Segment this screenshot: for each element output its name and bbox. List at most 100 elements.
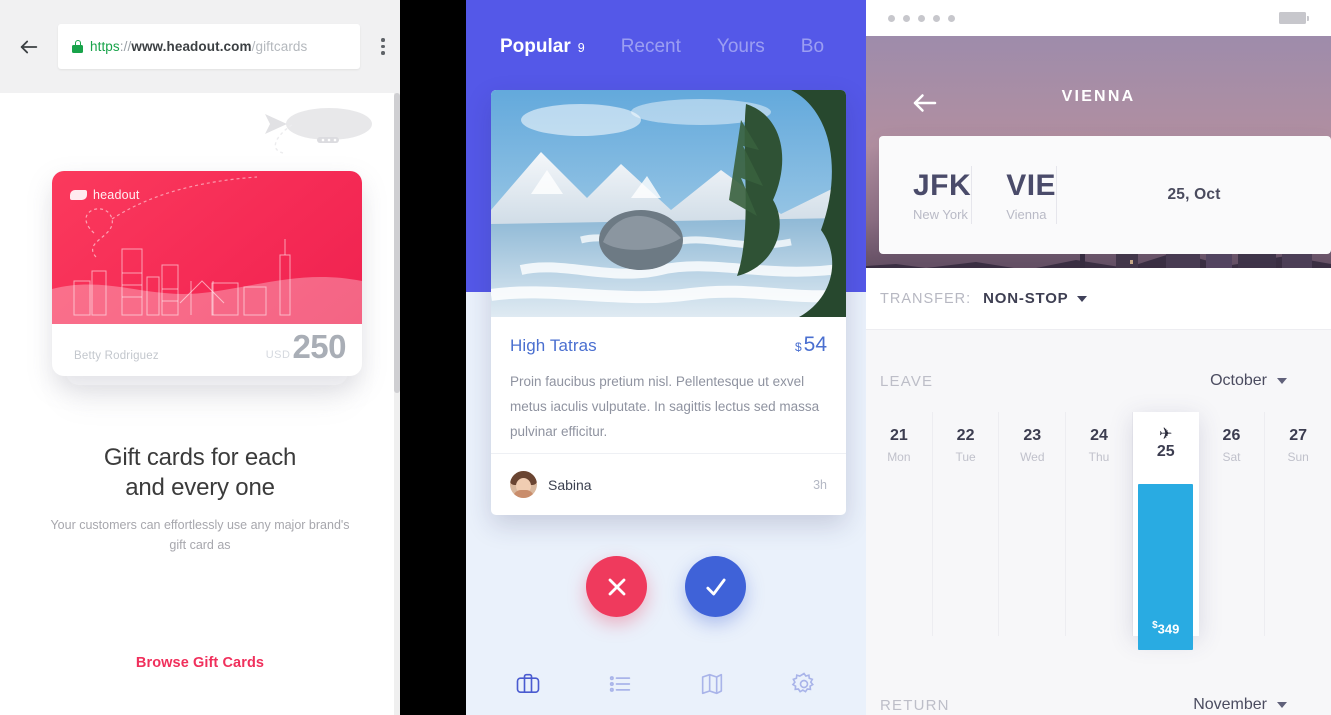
chevron-down-icon bbox=[1077, 295, 1088, 302]
card-time-ago: 3h bbox=[813, 477, 827, 492]
headout-logo-icon bbox=[70, 190, 87, 200]
date-weekday: Sun bbox=[1287, 450, 1309, 464]
origin-code: JFK bbox=[913, 168, 972, 202]
return-row: RETURN November bbox=[866, 676, 1331, 715]
back-arrow-icon[interactable] bbox=[0, 0, 58, 93]
browse-gift-cards-link[interactable]: Browse Gift Cards bbox=[0, 655, 400, 671]
card-price-value: 54 bbox=[803, 333, 827, 356]
return-month-text: November bbox=[1193, 696, 1267, 713]
gift-card-artwork: headout bbox=[52, 171, 362, 324]
card-price: $ 54 bbox=[795, 333, 827, 357]
date-weekday: Tue bbox=[955, 450, 976, 464]
card-title: High Tatras bbox=[510, 336, 597, 355]
nav-list[interactable] bbox=[606, 670, 634, 698]
date-cell-21[interactable]: 21 Mon bbox=[866, 412, 933, 636]
tab-yours-label: Yours bbox=[716, 36, 765, 57]
feed-card[interactable]: High Tatras $ 54 Proin faucibus pretium … bbox=[491, 90, 846, 515]
leave-label: LEAVE bbox=[880, 372, 934, 390]
url-text: https://www.headout.com/giftcards bbox=[90, 39, 307, 54]
date-number: 21 bbox=[889, 427, 908, 444]
kebab-menu-icon[interactable] bbox=[366, 0, 400, 93]
lock-icon bbox=[72, 40, 83, 53]
route-card[interactable]: JFK New York VIE Vienna 25, Oct bbox=[879, 136, 1331, 254]
left-panel-browser: https://www.headout.com/giftcards headou… bbox=[0, 0, 400, 715]
chevron-down-icon bbox=[1277, 702, 1287, 708]
price-value: 349 bbox=[1157, 621, 1180, 636]
gift-card-brand: headout bbox=[70, 188, 140, 202]
nav-map[interactable] bbox=[698, 670, 726, 698]
transfer-value-text: NON-STOP bbox=[983, 290, 1069, 307]
url-scheme: https bbox=[90, 39, 120, 54]
date-weekday: Thu bbox=[1088, 450, 1110, 464]
right-panel-flight-app: VIENNA JFK New York VIE Vienna 25, Oct T… bbox=[866, 0, 1331, 715]
tab-bookmarks[interactable]: Bo bbox=[801, 36, 824, 58]
date-weekday: Mon bbox=[887, 450, 911, 464]
date-number: 26 bbox=[1222, 427, 1241, 444]
price-label: $349 bbox=[1152, 620, 1179, 636]
gift-card-amount: USD 250 bbox=[265, 328, 347, 366]
gift-card[interactable]: headout USD 250 Betty Rodriguez bbox=[52, 171, 362, 376]
date-cell-22[interactable]: 22 Tue bbox=[933, 412, 1000, 636]
page-subtitle: Your customers can effortlessly use any … bbox=[50, 518, 350, 552]
route-origin: JFK New York bbox=[879, 169, 971, 222]
leave-row: LEAVE October bbox=[866, 352, 1331, 410]
transfer-select[interactable]: NON-STOP bbox=[983, 290, 1088, 307]
hero-destination-title: VIENNA bbox=[1061, 88, 1136, 105]
page-title: Gift cards for each and every one bbox=[0, 443, 400, 503]
briefcase-icon bbox=[516, 673, 540, 693]
page-title-line2: and every one bbox=[125, 474, 275, 501]
url-input[interactable]: https://www.headout.com/giftcards bbox=[58, 24, 360, 69]
date-cell-26[interactable]: 26 Sat bbox=[1199, 412, 1266, 636]
bottom-nav bbox=[466, 653, 866, 715]
transfer-row: TRANSFER: NON-STOP bbox=[866, 268, 1331, 330]
plane-icon: ✈ bbox=[1159, 426, 1173, 443]
mid-phone-screen: Popular 9 Recent Yours Bo High Tatras $ … bbox=[466, 0, 866, 715]
url-path: /giftcards bbox=[251, 39, 308, 54]
tab-popular-count: 9 bbox=[577, 41, 585, 55]
transfer-label: TRANSFER: bbox=[880, 290, 972, 307]
leave-month-select[interactable]: October bbox=[1210, 372, 1287, 390]
avatar bbox=[510, 471, 537, 498]
card-title-row: High Tatras $ 54 bbox=[510, 333, 827, 357]
card-description: Proin faucibus pretium nisl. Pellentesqu… bbox=[510, 374, 820, 439]
return-month-select[interactable]: November bbox=[1193, 696, 1287, 714]
date-cell-24[interactable]: 24 Thu bbox=[1066, 412, 1133, 636]
date-strip: 21 Mon 22 Tue 23 Wed 24 Thu ✈ 25 $349 26… bbox=[866, 412, 1331, 650]
chevron-down-icon bbox=[1277, 378, 1287, 384]
gear-icon bbox=[791, 672, 814, 693]
screenshot-stage: https://www.headout.com/giftcards headou… bbox=[0, 0, 1331, 715]
reject-button[interactable] bbox=[586, 556, 647, 617]
nav-briefcase[interactable] bbox=[514, 670, 542, 698]
route-date: 25, Oct bbox=[1167, 186, 1221, 203]
tab-yours[interactable]: Yours bbox=[717, 36, 765, 58]
check-icon bbox=[705, 578, 726, 595]
gift-card-currency: USD bbox=[265, 349, 291, 361]
tab-popular-label: Popular bbox=[500, 36, 571, 57]
url-host: www.headout.com bbox=[131, 39, 252, 54]
card-body: High Tatras $ 54 Proin faucibus pretium … bbox=[491, 317, 846, 444]
map-icon bbox=[701, 673, 723, 695]
date-cell-23[interactable]: 23 Wed bbox=[999, 412, 1067, 636]
tab-recent[interactable]: Recent bbox=[621, 36, 681, 58]
gift-card-wrapper: headout USD 250 Betty Rodriguez bbox=[52, 171, 362, 386]
tab-popular[interactable]: Popular 9 bbox=[500, 36, 585, 58]
giftcard-page-body: headout USD 250 Betty Rodriguez Gift car… bbox=[0, 93, 400, 715]
destination-code: VIE bbox=[1006, 168, 1057, 202]
nav-settings[interactable] bbox=[790, 670, 818, 698]
return-label: RETURN bbox=[880, 696, 950, 714]
destination-city: Vienna bbox=[1006, 206, 1047, 222]
signal-dots-icon bbox=[888, 14, 955, 22]
date-number: 24 bbox=[1090, 427, 1108, 444]
page-title-line1: Gift cards for each bbox=[103, 444, 297, 471]
card-price-currency: $ bbox=[794, 340, 802, 354]
accept-button[interactable] bbox=[685, 556, 746, 617]
list-icon bbox=[609, 676, 631, 692]
date-cell-25-selected[interactable]: ✈ 25 $349 bbox=[1132, 412, 1199, 650]
date-weekday: Wed bbox=[1020, 450, 1045, 464]
status-bar bbox=[866, 0, 1331, 36]
date-number: 22 bbox=[956, 427, 975, 444]
tab-recent-label: Recent bbox=[620, 36, 681, 57]
battery-icon bbox=[1279, 12, 1309, 24]
date-cell-27[interactable]: 27 Sun bbox=[1265, 412, 1331, 636]
route-destination: VIE Vienna bbox=[972, 169, 1056, 222]
